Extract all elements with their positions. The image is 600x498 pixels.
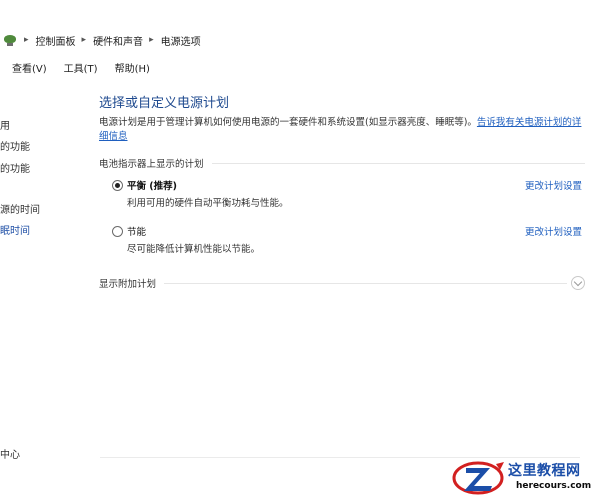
watermark-title: 这里教程网	[508, 463, 581, 479]
plan-balanced-description: 利用可用的硬件自动平衡功耗与性能。	[127, 198, 289, 209]
breadcrumb-separator-icon: ▸	[149, 35, 154, 45]
menu-help[interactable]: 帮助(H)	[105, 60, 157, 75]
menu-view[interactable]: 查看(V)	[0, 60, 54, 75]
menu-tools[interactable]: 工具(T)	[54, 60, 105, 75]
address-bar[interactable]: ▸ 控制面板 ▸ 硬件和声音 ▸ 电源选项	[0, 28, 600, 52]
left-nav-item[interactable]: 眠时间	[0, 222, 30, 237]
page-description: 电源计划是用于管理计算机如何使用电源的一套硬件和系统设置(如显示器亮度、睡眠等)…	[99, 116, 585, 144]
plan-power-saver: 节能 更改计划设置 尽可能降低计算机性能以节能。	[112, 224, 582, 255]
section-divider	[211, 162, 585, 164]
plan-power-saver-name[interactable]: 节能	[127, 224, 146, 238]
breadcrumb-item-power-options[interactable]: 电源选项	[161, 33, 201, 48]
description-text: 电源计划是用于管理计算机如何使用电源的一套硬件和系统设置(如显示器亮度、睡眠等)…	[99, 117, 477, 128]
menu-bar: 查看(V) 工具(T) 帮助(H)	[0, 56, 600, 78]
breadcrumb-separator-icon: ▸	[81, 35, 87, 45]
left-nav-bottom-link[interactable]: 中心	[0, 446, 20, 461]
section-more-plans[interactable]: 显示附加计划	[99, 276, 585, 290]
plan-balanced-radio[interactable]	[112, 179, 123, 191]
watermark: 这里教程网 herecours.com	[450, 456, 600, 498]
section-battery-label: 电池指示器上显示的计划	[99, 159, 204, 170]
chevron-down-icon[interactable]	[571, 276, 585, 290]
breadcrumb-separator-icon: ▸	[24, 35, 29, 45]
plan-balanced-change-link[interactable]: 更改计划设置	[525, 178, 582, 192]
control-panel-icon	[2, 32, 18, 48]
section-divider	[164, 282, 567, 284]
watermark-logo-icon	[452, 461, 504, 495]
left-nav-item[interactable]: 的功能	[0, 138, 30, 153]
breadcrumb-item-hardware-sound[interactable]: 硬件和声音	[93, 33, 143, 48]
breadcrumb-item-control-panel[interactable]: 控制面板	[36, 33, 76, 48]
plan-power-saver-description: 尽可能降低计算机性能以节能。	[127, 244, 261, 255]
section-more-label[interactable]: 显示附加计划	[99, 276, 156, 290]
left-nav-item[interactable]: 源的时间	[0, 201, 40, 216]
plan-power-saver-radio[interactable]	[112, 225, 123, 237]
watermark-url: herecours.com	[516, 481, 592, 491]
left-nav-item[interactable]: 用	[0, 117, 10, 132]
section-battery-plans: 电池指示器上显示的计划	[99, 156, 585, 170]
left-nav-item[interactable]: 的功能	[0, 160, 30, 175]
plan-power-saver-change-link[interactable]: 更改计划设置	[525, 224, 582, 238]
plan-balanced-name[interactable]: 平衡 (推荐)	[127, 178, 177, 192]
plan-balanced: 平衡 (推荐) 更改计划设置 利用可用的硬件自动平衡功耗与性能。	[112, 178, 582, 209]
page-title: 选择或自定义电源计划	[99, 96, 230, 111]
